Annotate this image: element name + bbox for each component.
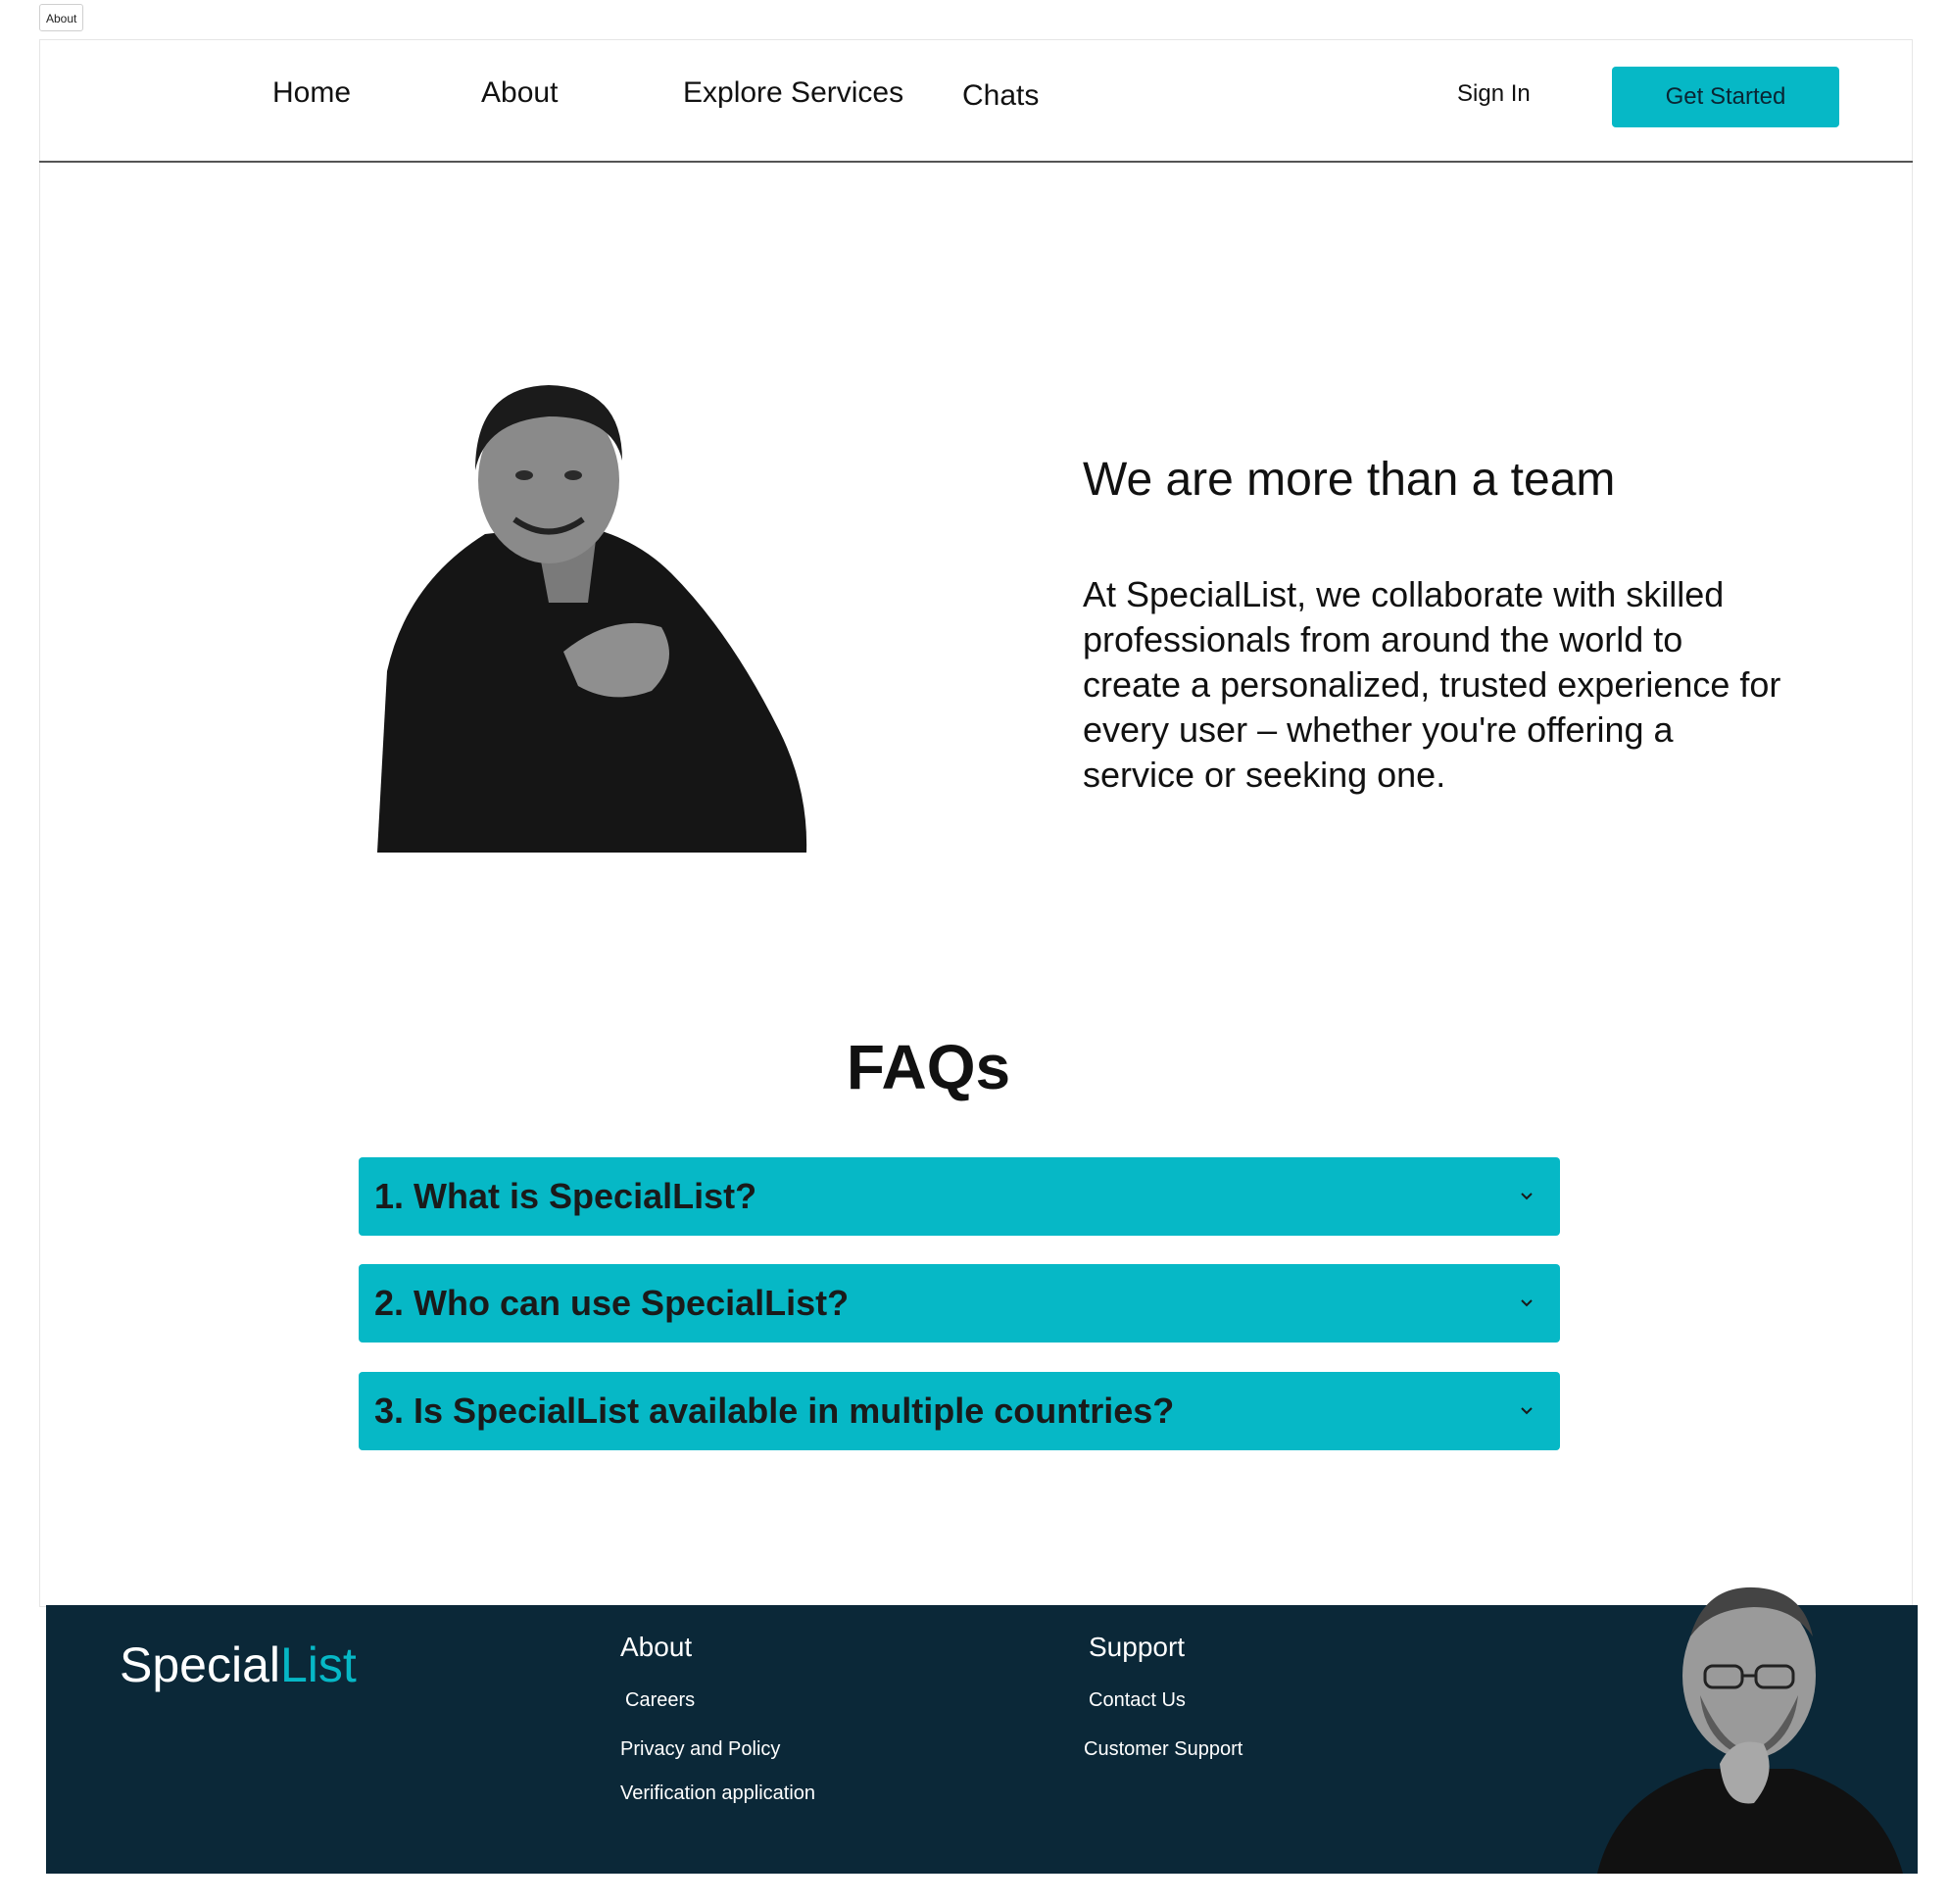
chevron-down-icon[interactable] <box>1509 1286 1544 1321</box>
hero-person-photo <box>377 385 807 853</box>
brand-part-special: Special <box>120 1637 280 1692</box>
faq-question: 1. What is SpecialList? <box>374 1176 757 1216</box>
footer-brand-logo[interactable]: SpecialList <box>120 1636 357 1693</box>
faq-item[interactable]: 1. What is SpecialList? <box>359 1157 1560 1236</box>
footer-link-contact-us[interactable]: Contact Us <box>1089 1689 1186 1712</box>
sign-in-link[interactable]: Sign In <box>1457 80 1531 108</box>
footer-support-heading: Support <box>1089 1632 1186 1662</box>
faq-item[interactable]: 3. Is SpecialList available in multiple … <box>359 1372 1560 1450</box>
hero-title: We are more than a team <box>1083 454 1616 506</box>
faq-item[interactable]: 2. Who can use SpecialList? <box>359 1264 1560 1343</box>
faq-title: FAQs <box>846 1032 1011 1102</box>
chevron-down-icon[interactable] <box>1509 1393 1544 1429</box>
faq-question: 2. Who can use SpecialList? <box>374 1283 850 1323</box>
brand-part-list: List <box>280 1637 357 1692</box>
footer-link-privacy-policy[interactable]: Privacy and Policy <box>620 1738 780 1761</box>
footer-link-verification-application[interactable]: Verification application <box>620 1782 815 1805</box>
footer-link-careers[interactable]: Careers <box>625 1689 695 1712</box>
get-started-button[interactable]: Get Started <box>1612 67 1839 127</box>
nav-chats[interactable]: Chats <box>962 79 1039 113</box>
faq-question: 3. Is SpecialList available in multiple … <box>374 1391 1175 1431</box>
footer-person-photo <box>1597 1587 1903 1874</box>
hero-description: At SpecialList, we collaborate with skil… <box>1083 574 1781 795</box>
footer-about-heading: About <box>620 1632 693 1662</box>
nav-about[interactable]: About <box>481 76 558 110</box>
nav-home[interactable]: Home <box>272 76 351 110</box>
footer-link-customer-support[interactable]: Customer Support <box>1084 1738 1242 1761</box>
chevron-down-icon[interactable] <box>1509 1179 1544 1214</box>
browser-tab-label: About <box>39 4 84 31</box>
nav-explore-services[interactable]: Explore Services <box>683 76 903 110</box>
